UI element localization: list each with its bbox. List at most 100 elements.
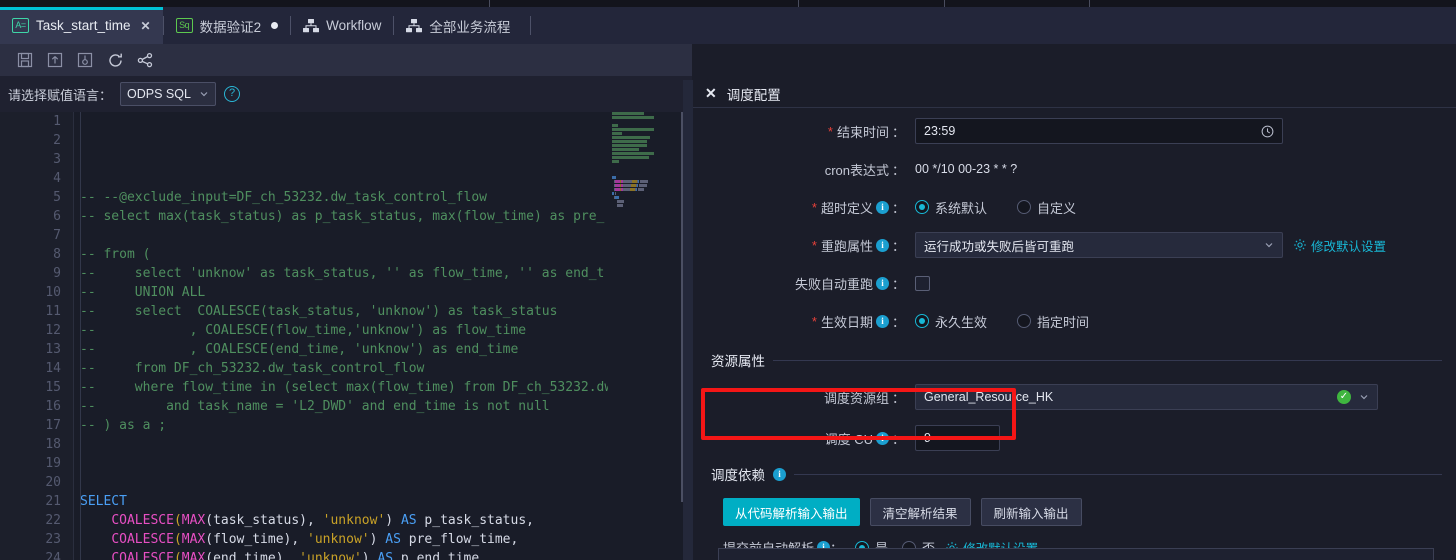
schedule-config-panel: ✕ 调度配置 * 结束时间： 23:59 cron表达式： 00 */10 00…: [693, 80, 1456, 560]
tab-separator: [530, 16, 532, 35]
line-number: 4: [53, 171, 61, 186]
line-number: 23: [45, 532, 61, 547]
help-icon[interactable]: ?: [224, 86, 241, 102]
line-number: 11: [45, 304, 61, 319]
info-icon[interactable]: i: [875, 276, 889, 290]
schedule-cu-label: 调度 CU i：: [824, 431, 905, 447]
tab-label: Workflow: [326, 18, 382, 33]
upload-icon[interactable]: [44, 49, 66, 71]
minimap-line: [608, 120, 680, 123]
schedule-cu-input[interactable]: 9: [915, 425, 1000, 451]
assign-language-bar: 请选择赋值语言： ODPS SQL ?: [0, 76, 692, 112]
field-timeout: * 超时定义 i： 系统默认 自定义: [693, 188, 1456, 226]
end-time-input[interactable]: 23:59: [915, 118, 1283, 144]
line-number: 1: [53, 114, 61, 129]
minimap-token: [612, 132, 622, 135]
line-number: 9: [53, 266, 61, 281]
tab-4[interactable]: 全部业务流程: [394, 7, 522, 44]
assign-language-value: ODPS SQL: [127, 87, 191, 101]
workflow-icon: [406, 18, 423, 32]
line-number: 22: [45, 513, 61, 528]
close-icon[interactable]: ✕: [141, 19, 151, 33]
resource-group-select[interactable]: General_Resource_HK ✓: [915, 384, 1378, 410]
code-line: -- where flow_time in (select max(flow_t…: [80, 380, 613, 395]
minimap-line: [608, 144, 680, 147]
info-icon[interactable]: i: [875, 314, 889, 328]
end-time-value: 23:59: [924, 124, 956, 138]
radio-dot: [1017, 314, 1032, 328]
timeout-label: * 超时定义 i：: [811, 199, 905, 216]
editor-minimap[interactable]: [608, 112, 680, 560]
parse-io-from-code-button[interactable]: 从代码解析输入输出: [723, 498, 860, 526]
code-line: -- , COALESCE(flow_time,'unknow') as flo…: [80, 323, 527, 338]
line-number: 12: [45, 323, 61, 338]
line-number: 13: [45, 342, 61, 357]
minimap-line: [608, 140, 680, 143]
editor-code-area[interactable]: -- --@exclude_input=DF_ch_53232.dw_task_…: [73, 112, 692, 560]
minimap-line: [608, 196, 680, 199]
minimap-token: [616, 204, 624, 207]
clear-parse-result-button[interactable]: 清空解析结果: [869, 498, 971, 526]
minimap-line: [608, 164, 680, 167]
lineage-icon[interactable]: [134, 49, 156, 71]
close-icon[interactable]: ✕: [705, 85, 717, 102]
assign-language-label: 请选择赋值语言：: [8, 87, 113, 103]
clock-icon[interactable]: [1261, 125, 1274, 138]
dependency-table-top-edge: [718, 548, 1434, 560]
minimap-token: [612, 148, 640, 151]
section-divider: [794, 473, 1442, 475]
field-resource-group: 调度资源组： General_Resource_HK ✓: [693, 378, 1456, 416]
minimap-line: [608, 132, 680, 135]
radio-dot: [915, 314, 929, 328]
assign-language-select[interactable]: ODPS SQL: [120, 82, 217, 106]
tab-1[interactable]: A= Task_start_time ✕: [0, 7, 163, 44]
required-marker: *: [811, 313, 817, 329]
rerun-select[interactable]: 运行成功或失败后皆可重跑: [915, 232, 1283, 258]
line-number: 18: [45, 437, 61, 452]
timeout-option-system[interactable]: 系统默认: [915, 198, 987, 217]
minimap-line: [608, 200, 680, 203]
dependency-section-title: 调度依赖 i: [693, 464, 1456, 484]
sql-editor[interactable]: 1 2 3 4 5 6 7 8 9 10 11 12 13 14 15 16 17 18 19 20 21 22 23 24 …: [0, 112, 692, 560]
timeout-option-custom[interactable]: 自定义: [1017, 198, 1076, 217]
save-icon[interactable]: [14, 49, 36, 71]
minimap-token: [623, 180, 632, 183]
tab-3[interactable]: Workflow: [291, 7, 393, 44]
refresh-icon[interactable]: [104, 49, 126, 71]
tab-2[interactable]: Sq 数据验证2: [164, 7, 291, 44]
minimap-token: [639, 180, 649, 183]
end-time-label: * 结束时间：: [827, 123, 905, 140]
minimap-line: [608, 136, 680, 139]
pane-scrollbar[interactable]: [683, 80, 693, 560]
line-number: 17: [45, 418, 61, 433]
minimap-token: [612, 140, 648, 143]
chevron-down-icon: [1265, 243, 1273, 248]
tab-bar: A= Task_start_time ✕ Sq 数据验证2 Workflow 全部业务流程: [0, 7, 1456, 44]
auto-rerun-checkbox[interactable]: [915, 275, 930, 291]
effective-date-option-specified[interactable]: 指定时间: [1017, 312, 1089, 331]
minimap-token: [612, 160, 619, 163]
info-icon[interactable]: i: [875, 238, 889, 252]
code-line: -- UNION ALL: [80, 285, 206, 300]
minimap-token: [612, 156, 650, 159]
refresh-io-button[interactable]: 刷新输入输出: [980, 498, 1082, 526]
sql-node-icon: Sq: [175, 18, 193, 33]
line-number: 5: [53, 190, 61, 205]
minimap-token: [623, 184, 631, 187]
rerun-default-settings-link[interactable]: 修改默认设置: [1293, 236, 1386, 255]
radio-dot: [1017, 200, 1032, 214]
stop-icon[interactable]: [74, 49, 96, 71]
field-end-time: * 结束时间： 23:59: [693, 112, 1456, 150]
code-line: -- from DF_ch_53232.dw_task_control_flow: [80, 361, 425, 376]
minimap-line: [608, 160, 680, 163]
minimap-line: [608, 128, 680, 131]
info-icon[interactable]: i: [875, 200, 889, 214]
minimap-token: [616, 200, 625, 203]
code-line: COALESCE(MAX(task_status), 'unknow') AS …: [111, 513, 534, 528]
code-line: -- select 'unknow' as task_status, '' as…: [80, 266, 605, 281]
cron-label: cron表达式：: [824, 162, 905, 178]
code-line: COALESCE(MAX(flow_time), 'unknow') AS pr…: [111, 532, 519, 547]
effective-date-option-permanent[interactable]: 永久生效: [915, 312, 987, 331]
info-icon[interactable]: i: [875, 431, 889, 445]
info-icon[interactable]: i: [773, 467, 786, 481]
